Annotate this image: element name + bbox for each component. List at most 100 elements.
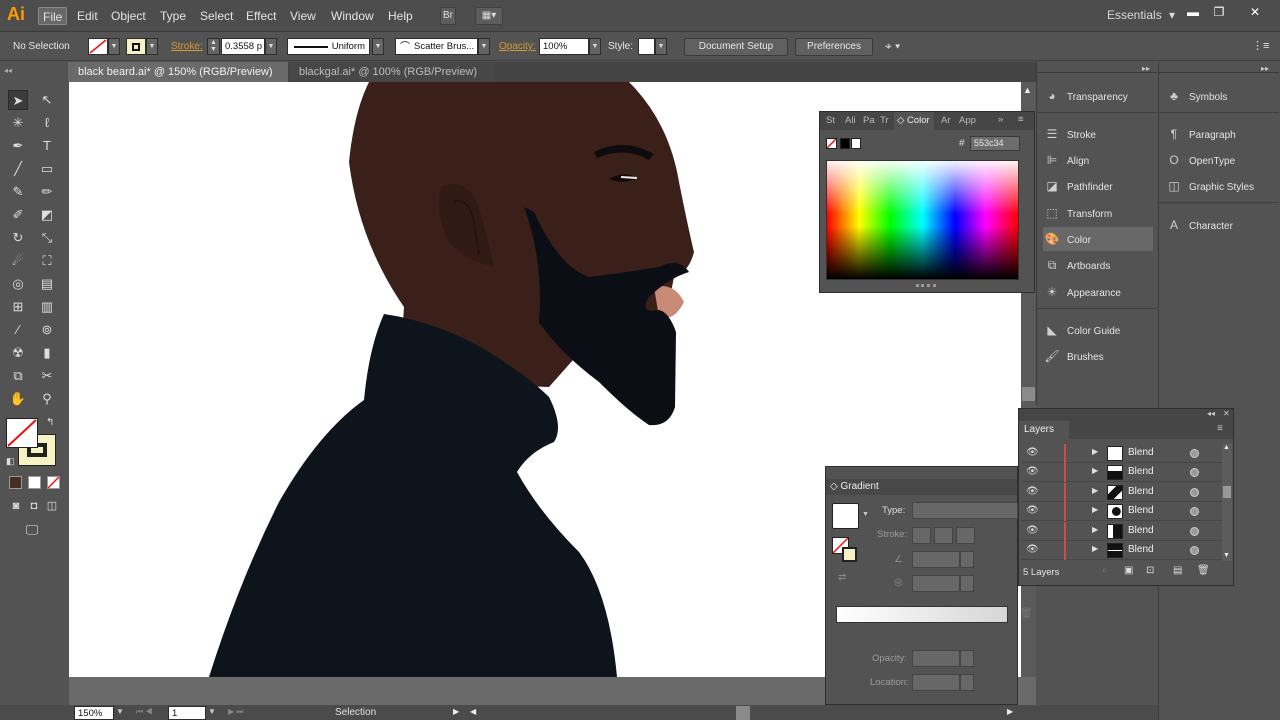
stroke-within-icon[interactable] [912,527,931,544]
first-artboard-icon[interactable]: ⏮ ◀ [136,707,153,717]
delete-stop-icon[interactable]: 🗑 [1020,608,1033,619]
tab-transform[interactable]: Tr [880,115,889,126]
layer-name[interactable]: Blend [1128,447,1154,458]
eye-icon[interactable]: 👁 [1026,466,1039,477]
menu-edit[interactable]: Edit [73,7,102,25]
dock-graphic-styles[interactable]: ◫ Graphic Styles [1165,174,1275,198]
gradient-tool-icon[interactable]: ▥ [37,297,57,317]
eye-icon[interactable]: 👁 [1026,525,1039,536]
scroll-left-icon[interactable]: ◀ [470,707,476,716]
free-transform-tool-icon[interactable]: ⛶ [37,251,57,271]
layer-name[interactable]: Blend [1128,486,1154,497]
dock-pathfinder[interactable]: ◪ Pathfinder [1043,174,1153,198]
dock-character[interactable]: A Character [1165,213,1275,237]
fill-color-swatch[interactable] [6,418,38,448]
symbol-sprayer-tool-icon[interactable]: ☢ [8,343,28,363]
dock-color[interactable]: 🎨 Color [1043,227,1153,251]
style-dropdown[interactable]: ▼ [655,38,667,55]
dock-stroke[interactable]: ☰ Stroke [1043,122,1153,146]
scroll-up-icon[interactable]: ▲ [1223,444,1230,451]
scroll-right-icon[interactable]: ▶ [1007,707,1013,716]
layer-name[interactable]: Blend [1128,525,1154,536]
opacity-dropdown[interactable]: ▼ [589,38,601,55]
scroll-thumb[interactable] [1022,387,1035,401]
eyedropper-tool-icon[interactable]: ⁄ [8,320,28,340]
horizontal-scroll-thumb[interactable] [736,706,750,720]
selection-tool-icon[interactable]: ➤ [8,90,28,110]
dock-opentype[interactable]: O OpenType [1165,148,1275,172]
close-icon[interactable]: ✕ [1223,409,1230,418]
pen-tool-icon[interactable]: ✒ [8,136,28,156]
stroke-dropdown[interactable]: ▼ [146,38,158,55]
target-icon[interactable] [1190,527,1199,536]
collapse-panel-icon[interactable]: ◂◂ [1207,409,1215,418]
menu-window[interactable]: Window [327,7,378,25]
dock-paragraph[interactable]: ¶ Paragraph [1165,122,1275,146]
layer-row[interactable]: 👁 ▶ Blend [1022,444,1222,463]
layer-row[interactable]: 👁 ▶ Blend [1022,483,1222,502]
expand-triangle-icon[interactable]: ▶ [1092,525,1098,534]
gradient-mode-icon[interactable] [28,476,41,489]
clipping-mask-icon[interactable]: ▣ [1124,565,1133,576]
stroke-stepper[interactable]: ▲ ▼ [207,38,220,55]
brush-dropdown[interactable]: ▼ [478,38,490,55]
white-swatch[interactable] [851,138,861,149]
artboard-dropdown-icon[interactable]: ▼ [208,707,216,716]
stroke-across-icon[interactable] [956,527,975,544]
target-icon[interactable] [1190,449,1199,458]
rectangle-tool-icon[interactable]: ▭ [37,159,57,179]
opacity-field[interactable]: 100% [539,38,589,55]
lasso-tool-icon[interactable]: ℓ [37,113,57,133]
gradient-preset-dropdown[interactable]: ▼ [862,511,869,518]
tab-pathfinder[interactable]: Pa [863,115,875,126]
menu-type[interactable]: Type [156,7,190,25]
dock-color-guide[interactable]: ◣ Color Guide [1043,318,1153,342]
location-dropdown[interactable] [960,674,974,691]
blend-tool-icon[interactable]: ⊚ [37,320,57,340]
target-icon[interactable] [1190,507,1199,516]
dock-transparency[interactable]: ◕ Transparency [1043,84,1153,108]
new-layer-icon[interactable]: ▤ [1173,565,1182,576]
angle-dropdown[interactable] [960,551,974,568]
dock-appearance[interactable]: ☀ Appearance [1043,280,1153,304]
delete-layer-icon[interactable]: 🗑 [1197,565,1210,576]
color-mode-icon[interactable] [9,476,22,489]
dock-symbols[interactable]: ♣ Symbols [1165,84,1275,108]
reverse-gradient-icon[interactable]: ⇄ [838,572,846,583]
dock-align[interactable]: ⊫ Align [1043,148,1153,172]
eye-icon[interactable]: 👁 [1026,447,1039,458]
dock-transform[interactable]: ⬚ Transform [1043,201,1153,225]
tab-layers[interactable]: Layers [1019,421,1069,439]
opacity-label[interactable]: Opacity: [499,41,536,52]
gradient-preview[interactable] [832,503,859,529]
restore-button[interactable]: ❐ [1209,4,1229,20]
stroke-weight-field[interactable]: 0.3558 p [221,38,265,55]
target-icon[interactable] [1190,488,1199,497]
angle-field[interactable] [912,551,960,568]
status-menu-icon[interactable]: ▶ [453,707,459,716]
color-spectrum[interactable] [826,160,1019,280]
panel-menu-icon[interactable]: ≡ [1217,423,1223,434]
opacity-dropdown[interactable] [960,650,974,667]
screen-mode-icon[interactable]: 🖵 [22,520,42,540]
eraser-tool-icon[interactable]: ◩ [37,205,57,225]
expand-triangle-icon[interactable]: ▶ [1092,505,1098,514]
tab-artboards[interactable]: Ar [941,115,951,126]
type-tool-icon[interactable]: T [37,136,57,156]
workspace-switcher[interactable]: Essentials ▾ [1107,8,1175,22]
arrange-icon[interactable]: ⌖ ▾ [885,39,900,54]
shape-builder-tool-icon[interactable]: ◎ [8,274,28,294]
artboard-tool-icon[interactable]: ⧉ [8,366,28,386]
close-window-button[interactable]: ✕ [1245,4,1265,20]
tab-stroke[interactable]: St [826,115,835,126]
arrange-documents-icon[interactable]: ▦▾ [475,7,503,25]
column-graph-tool-icon[interactable]: ▮ [37,343,57,363]
fill-dropdown[interactable]: ▼ [108,38,120,55]
location-field[interactable] [912,674,960,691]
blob-brush-tool-icon[interactable]: ✐ [8,205,28,225]
tab-blackgal[interactable]: blackgal.ai* @ 100% (RGB/Preview) ✕ [289,62,495,98]
tab-black-beard[interactable]: black beard.ai* @ 150% (RGB/Preview) ✕ [68,62,288,98]
dock-artboards[interactable]: ⧉ Artboards [1043,253,1153,277]
scale-tool-icon[interactable]: ⤡ [37,228,57,248]
bridge-icon[interactable]: Br [440,7,456,25]
